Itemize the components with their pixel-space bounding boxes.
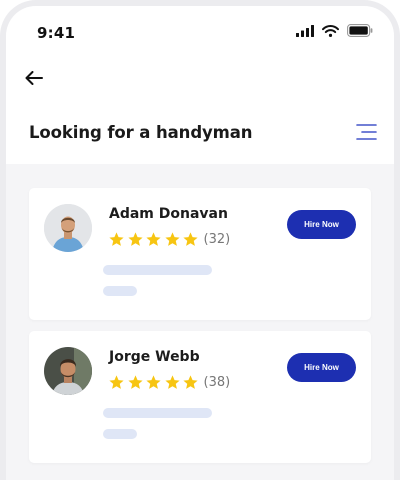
phone-frame: 9:41 Looking for a handyman Adam Donavan… — [0, 0, 400, 480]
review-count: (32) — [203, 232, 231, 247]
arrow-left-icon — [25, 71, 43, 85]
handyman-name: Adam Donavan — [109, 206, 228, 222]
hire-now-button[interactable]: Hire Now — [287, 353, 356, 382]
page-title: Looking for a handyman — [29, 123, 253, 142]
menu-icon — [356, 124, 377, 140]
menu-button[interactable] — [351, 120, 377, 144]
star-icon — [146, 375, 161, 389]
star-icon — [109, 232, 124, 246]
star-icon — [146, 232, 161, 246]
star-icon — [183, 232, 198, 246]
placeholder-line — [103, 265, 212, 275]
star-icon — [109, 375, 124, 389]
handyman-name: Jorge Webb — [109, 349, 200, 365]
avatar — [44, 204, 92, 252]
status-icons — [296, 24, 373, 37]
star-icon — [164, 232, 180, 246]
status-time: 9:41 — [37, 24, 76, 42]
placeholder-line — [103, 408, 212, 418]
status-bar: 9:41 — [6, 6, 394, 58]
battery-icon — [347, 24, 373, 37]
wifi-icon — [322, 24, 339, 37]
star-icon — [183, 375, 198, 389]
placeholder-line — [103, 429, 137, 439]
hire-now-button[interactable]: Hire Now — [287, 210, 356, 239]
rating: (38) — [108, 374, 230, 391]
back-button[interactable] — [20, 64, 48, 92]
handyman-card[interactable]: Jorge Webb (38) Hire Now — [29, 331, 371, 463]
avatar — [44, 347, 92, 395]
star-icon — [164, 375, 180, 389]
cellular-signal-icon — [296, 24, 314, 37]
handyman-card[interactable]: Adam Donavan (32) Hire Now — [29, 188, 371, 320]
review-count: (38) — [203, 375, 231, 390]
rating: (32) — [108, 231, 230, 248]
header-area: 9:41 Looking for a handyman — [6, 6, 394, 164]
star-icon — [127, 375, 143, 389]
placeholder-line — [103, 286, 137, 296]
star-icon — [127, 232, 143, 246]
